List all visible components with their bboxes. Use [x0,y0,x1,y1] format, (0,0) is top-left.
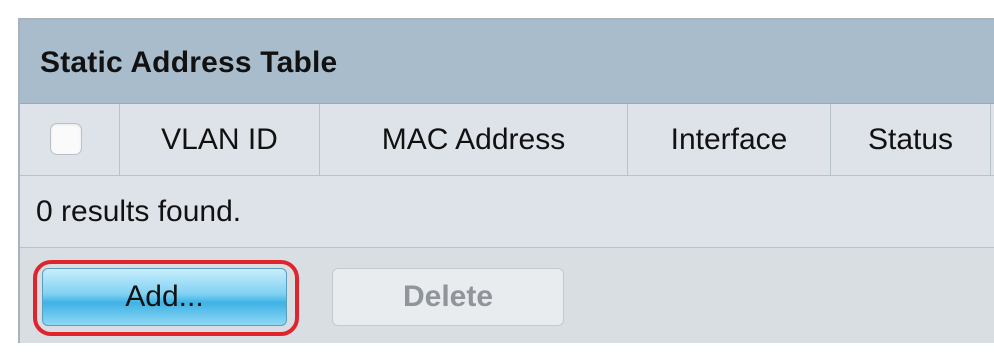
results-count-text: 0 results found. [36,195,242,228]
table-title-bar: Static Address Table [20,20,994,104]
results-row: 0 results found. [20,176,994,248]
select-all-cell [20,104,120,176]
column-header-interface[interactable]: Interface [628,104,831,176]
select-all-checkbox[interactable] [50,123,82,155]
delete-button[interactable]: Delete [332,268,564,326]
add-button[interactable]: Add... [42,268,287,326]
static-address-table-panel: Static Address Table VLAN ID MAC Address… [18,18,994,343]
table-header-row: VLAN ID MAC Address Interface Status [20,104,994,176]
column-header-status[interactable]: Status [831,104,991,176]
table-title: Static Address Table [40,46,338,79]
button-row: Add... Delete [20,248,994,343]
column-header-mac-address[interactable]: MAC Address [320,104,628,176]
column-header-vlan-id[interactable]: VLAN ID [120,104,320,176]
